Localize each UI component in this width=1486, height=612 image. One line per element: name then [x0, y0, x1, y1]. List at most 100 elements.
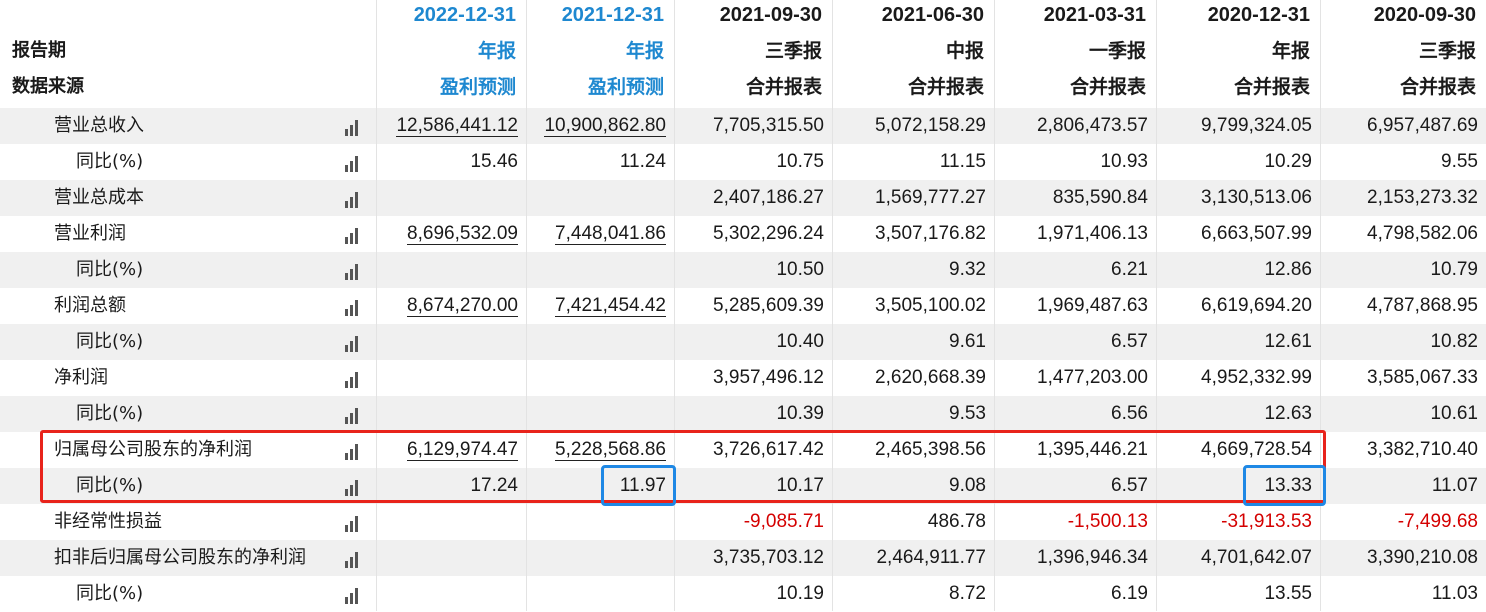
table-cell: 8.72: [832, 576, 994, 612]
header-source-0: 盈利预测: [439, 76, 516, 98]
table-cell: 11.15: [832, 144, 994, 180]
column-divider: [1320, 0, 1321, 611]
table-cell: 10.19: [674, 576, 832, 612]
table-cell: [378, 576, 526, 612]
cell-value: -9,085.71: [743, 511, 824, 532]
table-cell: 7,448,041.86: [526, 216, 674, 252]
table-cell: 3,130,513.06: [1156, 180, 1320, 216]
row-label: 同比(%): [76, 403, 144, 424]
row-label: 同比(%): [76, 151, 144, 172]
table-cell: [378, 396, 526, 432]
table-cell: 3,390,210.08: [1320, 540, 1486, 576]
cell-value: 3,382,710.40: [1367, 439, 1478, 460]
column-divider: [994, 0, 995, 611]
table-cell: 12.86: [1156, 252, 1320, 288]
table-cell: 10.93: [994, 144, 1156, 180]
table-cell: 5,072,158.29: [832, 108, 994, 144]
cell-value: 2,153,273.32: [1367, 187, 1478, 208]
table-cell: -7,499.68: [1320, 504, 1486, 540]
cell-value: 6,619,694.20: [1201, 295, 1312, 316]
table-cell: [526, 360, 674, 396]
cell-value: 12,586,441.12: [396, 115, 518, 137]
cell-value: 12.86: [1264, 259, 1312, 280]
table-cell: 12,586,441.12: [378, 108, 526, 144]
bar-chart-icon[interactable]: [345, 372, 363, 388]
cell-value: -31,913.53: [1221, 511, 1312, 532]
bar-chart-icon[interactable]: [345, 552, 363, 568]
table-cell: [378, 252, 526, 288]
bar-chart-icon[interactable]: [345, 192, 363, 208]
row-label: 营业利润: [54, 223, 126, 244]
cell-value: 3,585,067.33: [1367, 367, 1478, 388]
highlight-box-2021-growth: [601, 465, 676, 506]
cell-value: 6.19: [1111, 583, 1148, 604]
table-cell: 12.63: [1156, 396, 1320, 432]
table-cell: 486.78: [832, 504, 994, 540]
table-cell: 3,585,067.33: [1320, 360, 1486, 396]
header-source-5: 合并报表: [1233, 76, 1310, 98]
table-cell: [378, 504, 526, 540]
bar-chart-icon[interactable]: [345, 120, 363, 136]
header-date-1: 2021-12-31: [561, 4, 664, 26]
cell-value: 10.93: [1100, 151, 1148, 172]
cell-value: 5,285,609.39: [713, 295, 824, 316]
header-period-5: 年报: [1271, 40, 1310, 62]
table-cell: 13.55: [1156, 576, 1320, 612]
bar-chart-icon[interactable]: [345, 336, 363, 352]
table-cell: -1,500.13: [994, 504, 1156, 540]
cell-value: 11.15: [939, 151, 986, 172]
table-cell: 835,590.84: [994, 180, 1156, 216]
table-cell: 10.39: [674, 396, 832, 432]
table-cell: [526, 576, 674, 612]
cell-value: 10.29: [1264, 151, 1312, 172]
bar-chart-icon[interactable]: [345, 588, 363, 604]
table-cell: 1,971,406.13: [994, 216, 1156, 252]
table-header: 报告期 数据来源 2022-12-31 年报 盈利预测 2021-12-31 年报 盈利预…: [0, 0, 1486, 108]
table-cell: 4,701,642.07: [1156, 540, 1320, 576]
bar-chart-icon[interactable]: [345, 408, 363, 424]
table-cell: 2,464,911.77: [832, 540, 994, 576]
header-source-6: 合并报表: [1399, 76, 1476, 98]
table-cell: 6.56: [994, 396, 1156, 432]
table-cell: 7,421,454.42: [526, 288, 674, 324]
table-cell: -9,085.71: [674, 504, 832, 540]
cell-value: 10.75: [776, 151, 824, 172]
cell-value: 9.55: [1441, 151, 1478, 172]
cell-value: 3,390,210.08: [1367, 547, 1478, 568]
header-date-3: 2021-06-30: [881, 4, 984, 26]
table-cell: [526, 540, 674, 576]
table-cell: 6.19: [994, 576, 1156, 612]
cell-value: 10.50: [776, 259, 824, 280]
bar-chart-icon[interactable]: [345, 264, 363, 280]
cell-value: 9,799,324.05: [1201, 115, 1312, 136]
cell-value: 486.78: [927, 511, 986, 532]
cell-value: 11.24: [619, 151, 666, 172]
cell-value: 9.32: [949, 259, 986, 280]
table-cell: 10.75: [674, 144, 832, 180]
cell-value: 835,590.84: [1052, 187, 1148, 208]
cell-value: 4,952,332.99: [1201, 367, 1312, 388]
bar-chart-icon[interactable]: [345, 516, 363, 532]
column-divider: [376, 0, 377, 611]
cell-value: 4,787,868.95: [1367, 295, 1478, 316]
cell-value: 1,969,487.63: [1037, 295, 1148, 316]
cell-value: 6,957,487.69: [1367, 115, 1478, 136]
cell-value: 6,663,507.99: [1201, 223, 1312, 244]
table-cell: 9.55: [1320, 144, 1486, 180]
cell-value: 10.61: [1430, 403, 1478, 424]
table-row: 营业利润 8,696,532.09 7,448,041.86 5,302,296.24…: [0, 216, 1486, 252]
table-cell: 6,663,507.99: [1156, 216, 1320, 252]
header-source-4: 合并报表: [1069, 76, 1146, 98]
cell-value: 8,696,532.09: [407, 223, 518, 245]
cell-value: 10.19: [776, 583, 824, 604]
cell-value: -7,499.68: [1397, 511, 1478, 532]
bar-chart-icon[interactable]: [345, 300, 363, 316]
bar-chart-icon[interactable]: [345, 228, 363, 244]
row-label: 营业总成本: [54, 187, 144, 208]
header-date-0: 2022-12-31: [413, 4, 516, 26]
bar-chart-icon[interactable]: [345, 156, 363, 172]
table-cell: 9.32: [832, 252, 994, 288]
column-divider: [674, 0, 675, 611]
table-cell: 5,302,296.24: [674, 216, 832, 252]
cell-value: 6.57: [1111, 331, 1148, 352]
